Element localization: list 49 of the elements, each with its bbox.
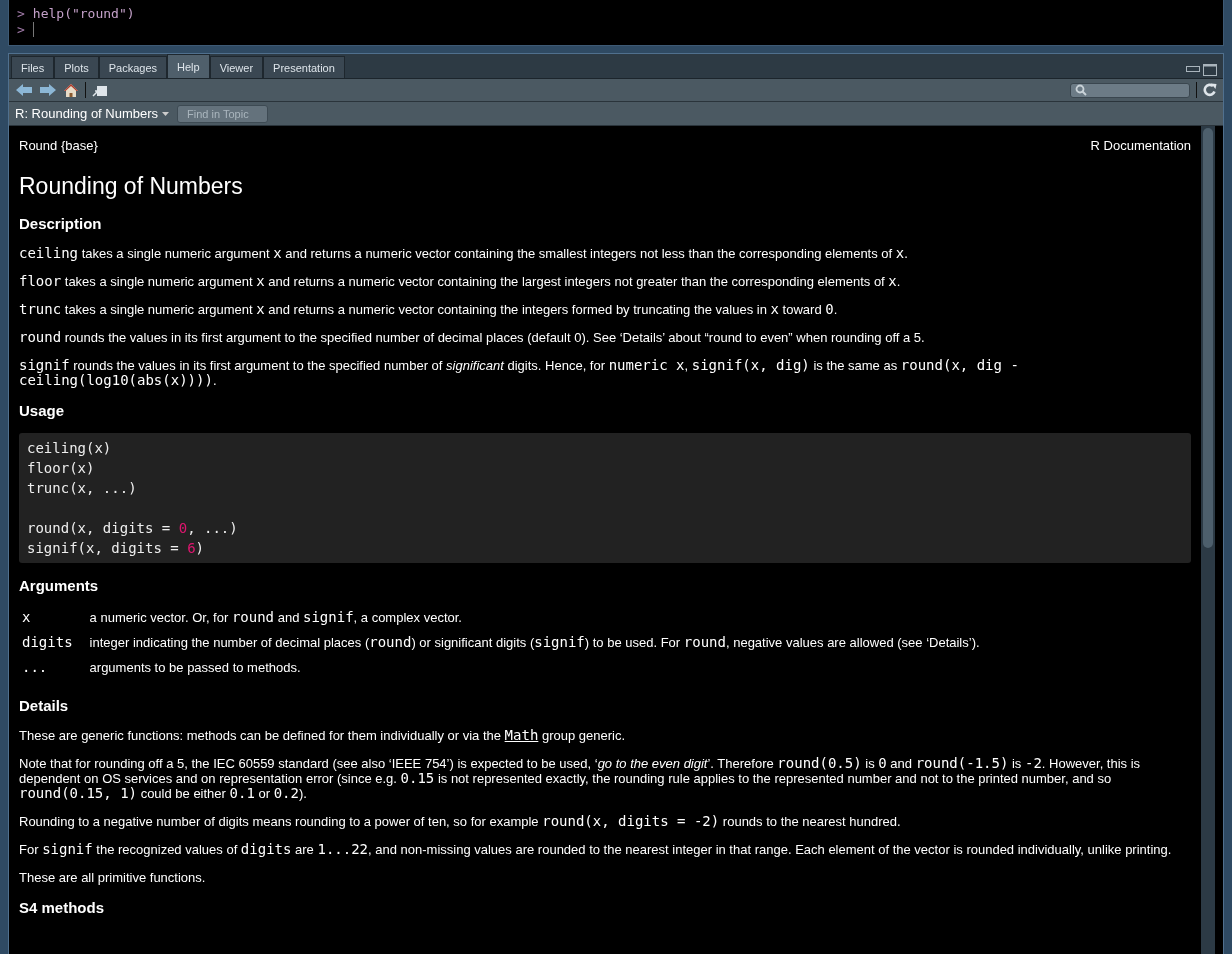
- argument-name: ...: [22, 659, 48, 675]
- minimize-icon[interactable]: [1186, 64, 1200, 72]
- pane-tab[interactable]: Viewer: [209, 56, 264, 78]
- pane-tab[interactable]: Files: [11, 56, 55, 78]
- section-heading: S4 methods: [19, 899, 106, 916]
- find-in-topic-field[interactable]: Find in Topic: [177, 104, 269, 123]
- package-label: Round {base}: [19, 138, 98, 153]
- forward-arrow-icon[interactable]: [39, 83, 57, 97]
- argument-description: integer indicating the number of decimal places (round) or significant digits (signif) to be used. For round, negative values are allowed (see ‘Details’).: [89, 635, 980, 650]
- pane-tab[interactable]: Plots: [54, 56, 99, 78]
- section-heading: Usage: [19, 402, 66, 419]
- paragraph: ceiling takes a single numeric argument x and returns a numeric vector containing the smallest integers not less than the corresponding elements of x.: [19, 246, 909, 261]
- console-prompt: >: [17, 5, 25, 21]
- paragraph: trunc takes a single numeric argument x and returns a numeric vector containing the integers formed by truncating the values in x toward 0.: [19, 302, 839, 317]
- search-icon: [1075, 84, 1087, 96]
- paragraph: round rounds the values in its first argument to the specified number of decimal places (default 0). See ‘Details’ about “round to even” when rounding off a 5.: [19, 330, 926, 345]
- paragraph: Rounding to a negative number of digits means rounding to a power of ten, so for example round(x, digits = -2) rounds to the nearest hundred.: [19, 814, 902, 829]
- section-heading: Arguments: [19, 577, 100, 594]
- paragraph: For signif the recognized values of digits are 1...22, and non-missing values are rounded to the nearest integer in that range. Each element of the vector is rounded individually, unlike printing.: [19, 842, 1173, 857]
- paragraph: floor takes a single numeric argument x and returns a numeric vector containing the largest integers not greater than the corresponding elements of x.: [19, 274, 902, 289]
- argument-name: digits: [22, 634, 73, 650]
- section-heading: Details: [19, 697, 70, 714]
- pane-tab[interactable]: Help: [167, 54, 210, 78]
- scrollbar-thumb[interactable]: [1203, 128, 1213, 548]
- paragraph: These are generic functions: methods can be defined for them individually or via the Math group generic.: [19, 728, 627, 743]
- argument-description: a numeric vector. Or, for round and signif, a complex vector.: [89, 610, 462, 625]
- pane-tab[interactable]: Packages: [98, 56, 167, 78]
- math-link[interactable]: Math: [504, 727, 539, 743]
- argument-name: x: [22, 609, 31, 625]
- pane-tab[interactable]: Presentation: [263, 56, 345, 78]
- section-heading: Description: [19, 215, 103, 232]
- back-arrow-icon[interactable]: [15, 83, 33, 97]
- paragraph: Note that for rounding off a 5, the IEC 60559 standard (see also ‘IEEE 754’) is expected to be used, ‘go to the even digit’. Therefore round(0.5) is 0 and round(-1.5) is -2. However, this is dependent on OS services and on representation error (since e.g. 0.15 is not represented exactly, the rounding rule applies to the represented number and not to the printed number, and so round(0.15, 1) could be either 0.1 or 0.2).: [19, 756, 1142, 801]
- page-title: Rounding of Numbers: [19, 173, 244, 199]
- console-command: help("round"): [32, 5, 135, 21]
- paragraph: These are all primitive functions.: [19, 870, 207, 885]
- source-label: R Documentation: [1090, 138, 1191, 153]
- home-icon[interactable]: [63, 82, 79, 98]
- scrollbar[interactable]: [1201, 126, 1215, 954]
- caret-icon: [162, 111, 170, 116]
- argument-description: arguments to be passed to methods.: [89, 660, 301, 675]
- search-field[interactable]: [1070, 82, 1190, 98]
- refresh-icon[interactable]: [1203, 83, 1217, 97]
- code-block: ceiling(x) floor(x) trunc(x, ...) round(x, digits = 0, ...) signif(x, digits = 6): [19, 433, 1191, 563]
- console-prompt: >: [17, 21, 25, 37]
- paragraph: signif rounds the values in its first argument to the specified number of significant digits. Hence, for numeric x, signif(x, dig) is the same as round(x, dig - ceiling(log10(abs(x)))).: [19, 358, 1020, 388]
- topic-dropdown[interactable]: R: Rounding of Numbers: [15, 106, 170, 121]
- maximize-icon[interactable]: [1203, 64, 1217, 76]
- popout-window-icon[interactable]: [92, 83, 108, 97]
